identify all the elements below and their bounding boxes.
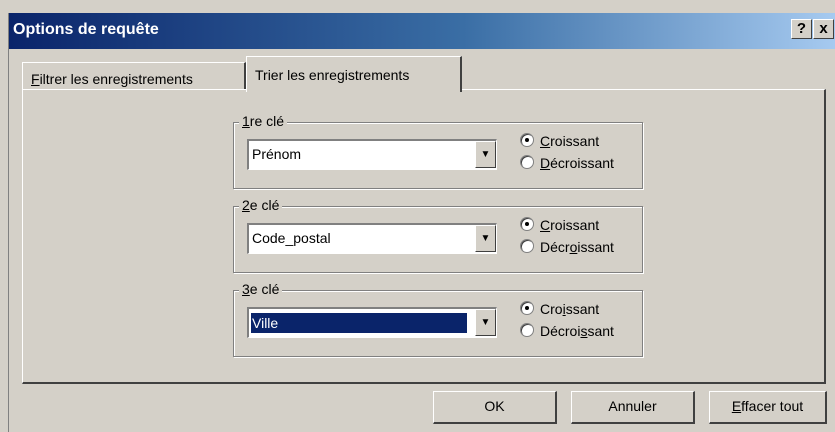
dropdown-arrow-icon[interactable]: ▼ bbox=[475, 309, 496, 336]
key-3-legend: 3e clé bbox=[239, 281, 283, 297]
key-1-descending-radio[interactable]: Décroissant bbox=[520, 155, 614, 171]
radio-icon bbox=[520, 155, 534, 169]
background-strip bbox=[0, 0, 835, 13]
tab-label-mnemonic: F bbox=[31, 71, 40, 87]
radio-icon bbox=[520, 323, 534, 337]
help-icon: ? bbox=[796, 20, 807, 37]
key-2-group: 2e clé Code_postal ▼ Croissant Décroissa… bbox=[233, 197, 643, 273]
radio-selected-icon bbox=[520, 217, 534, 231]
window-edge bbox=[0, 13, 9, 432]
dropdown-arrow-icon[interactable]: ▼ bbox=[475, 141, 496, 168]
radio-selected-icon bbox=[520, 301, 534, 315]
key-1-group: 1re clé Prénom ▼ Croissant Décroissant bbox=[233, 113, 643, 189]
key-3-ascending-radio[interactable]: Croissant bbox=[520, 301, 599, 317]
close-button[interactable]: x bbox=[813, 19, 834, 39]
key-2-legend: 2e clé bbox=[239, 197, 283, 213]
window-title: Options de requête bbox=[13, 21, 159, 38]
key-2-value: Code_postal bbox=[252, 230, 331, 246]
radio-icon bbox=[520, 239, 534, 253]
clear-all-button-label: ffacer tout bbox=[741, 398, 804, 414]
dropdown-arrow-icon[interactable]: ▼ bbox=[475, 225, 496, 252]
key-3-value: Ville bbox=[250, 312, 468, 334]
close-icon: x bbox=[819, 20, 828, 37]
ok-button[interactable]: OK bbox=[433, 391, 557, 424]
tab-label: iltrer les enregistrements bbox=[39, 71, 193, 87]
key-1-value: Prénom bbox=[252, 146, 302, 162]
help-button[interactable]: ? bbox=[791, 19, 812, 39]
key-3-group: 3e clé Ville ▼ Croissant Décroissant bbox=[233, 281, 643, 357]
key-1-legend: 1re clé bbox=[239, 113, 288, 129]
tab-filter-records[interactable]: Filtrer les enregistrements bbox=[22, 62, 246, 92]
sort-panel: 1re clé Prénom ▼ Croissant Décroissant 2… bbox=[22, 89, 826, 384]
key-3-field-select[interactable]: Ville ▼ bbox=[247, 307, 497, 338]
radio-selected-icon bbox=[520, 133, 534, 147]
key-2-field-select[interactable]: Code_postal ▼ bbox=[247, 223, 497, 254]
tab-label-mnemonic: g bbox=[336, 67, 345, 83]
tab-label: Trier les enre bbox=[255, 67, 337, 83]
key-2-ascending-radio[interactable]: Croissant bbox=[520, 217, 599, 233]
key-3-descending-radio[interactable]: Décroissant bbox=[520, 323, 614, 339]
ok-button-label: OK bbox=[484, 398, 505, 414]
title-bar[interactable]: Options de requête ? x bbox=[9, 13, 835, 49]
key-1-field-select[interactable]: Prénom ▼ bbox=[247, 139, 497, 170]
key-2-descending-radio[interactable]: Décroissant bbox=[520, 239, 614, 255]
cancel-button[interactable]: Annuler bbox=[571, 391, 695, 424]
cancel-button-label: Annuler bbox=[608, 398, 657, 414]
clear-all-button[interactable]: Effacer tout bbox=[709, 391, 827, 424]
tab-sort-records[interactable]: Trier les enregistrements bbox=[246, 56, 462, 92]
clear-all-mnemonic: E bbox=[731, 398, 742, 414]
key-1-ascending-radio[interactable]: Croissant bbox=[520, 133, 599, 149]
tab-label: istrements bbox=[344, 67, 410, 83]
